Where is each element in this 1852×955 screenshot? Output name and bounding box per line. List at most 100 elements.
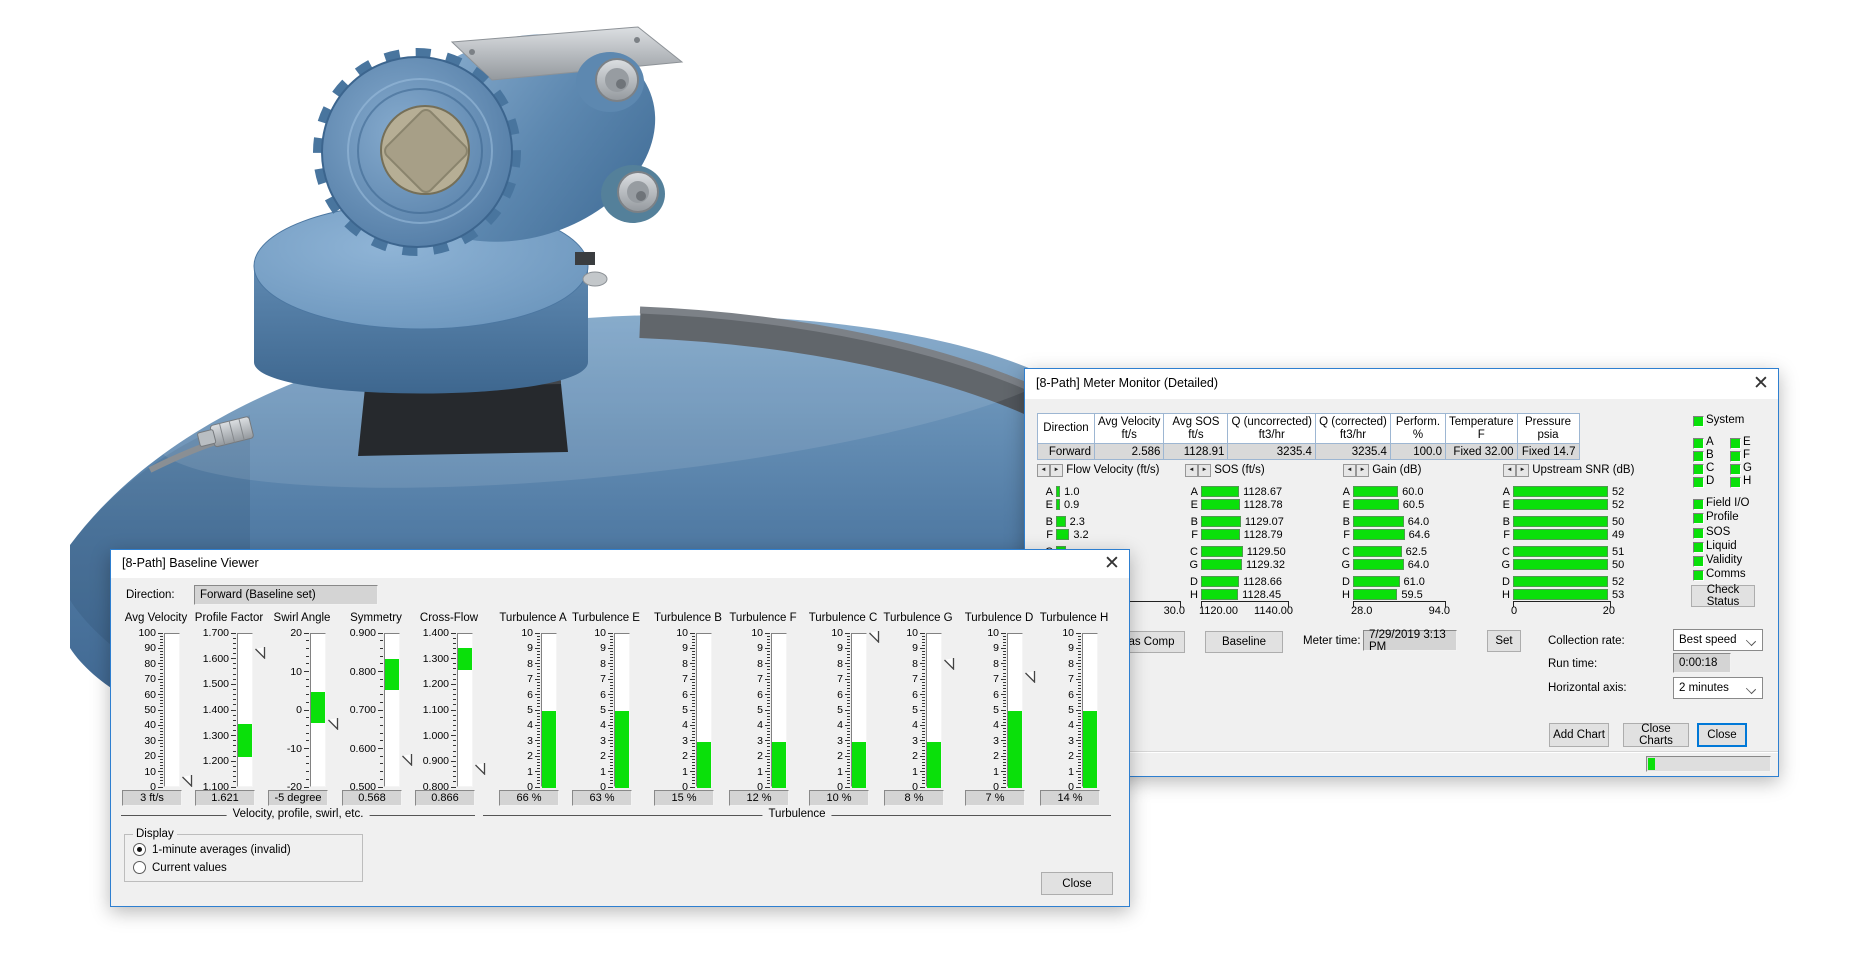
display-option[interactable]: Current values bbox=[133, 861, 227, 874]
gauge-major-tick bbox=[920, 663, 925, 664]
gauge-minor-tick bbox=[160, 676, 163, 677]
gauge-minor-tick bbox=[1003, 636, 1006, 637]
path-bar-value: 50 bbox=[1612, 559, 1624, 571]
status-label-path-h: H bbox=[1743, 475, 1751, 487]
gauge-minor-tick bbox=[160, 700, 163, 701]
spin-left-button[interactable]: ◄ bbox=[1503, 464, 1516, 477]
gauge-minor-tick bbox=[610, 746, 613, 747]
gauge-minor-tick bbox=[1003, 777, 1006, 778]
gauge-minor-tick bbox=[380, 740, 383, 741]
gauge-track bbox=[926, 633, 942, 787]
gauge-minor-tick bbox=[610, 657, 613, 658]
collection-rate-select[interactable]: Best speed bbox=[1673, 629, 1763, 651]
gauge-minor-tick bbox=[160, 685, 163, 686]
gauge-tick-label: 8 bbox=[870, 658, 918, 670]
gauge-major-tick bbox=[158, 633, 163, 634]
path-bar bbox=[1201, 529, 1240, 540]
baseline-button[interactable]: Baseline bbox=[1205, 631, 1283, 653]
spin-right-button[interactable]: ► bbox=[1356, 464, 1369, 477]
gauge-minor-tick bbox=[160, 780, 163, 781]
gauge-major-tick bbox=[304, 710, 309, 711]
spin-left-button[interactable]: ◄ bbox=[1037, 464, 1050, 477]
gauge-minor-tick bbox=[453, 694, 456, 695]
gauge-minor-tick bbox=[160, 673, 163, 674]
close-charts-button[interactable]: Close Charts bbox=[1623, 723, 1689, 747]
viewer-close-button[interactable]: Close bbox=[1041, 872, 1113, 895]
gauge-tick-label: 10 bbox=[254, 666, 302, 678]
gauge-minor-tick bbox=[160, 691, 163, 692]
gauge-tick-label: 2 bbox=[640, 750, 688, 762]
meter-monitor-titlebar[interactable]: [8-Path] Meter Monitor (Detailed) ✕ bbox=[1025, 369, 1778, 399]
path-bar-value: 53 bbox=[1612, 589, 1624, 601]
gauge-major-tick bbox=[1076, 679, 1081, 680]
gauge-minor-tick bbox=[453, 689, 456, 690]
spin-right-button[interactable]: ► bbox=[1050, 464, 1063, 477]
gauge-minor-tick bbox=[160, 759, 163, 760]
horizontal-axis-select[interactable]: 2 minutes bbox=[1673, 677, 1763, 699]
path-bar bbox=[1513, 516, 1608, 527]
gauge-minor-tick bbox=[537, 700, 540, 701]
gauge-minor-tick bbox=[1003, 722, 1006, 723]
gauge-minor-tick bbox=[380, 656, 383, 657]
gauge-minor-tick bbox=[160, 719, 163, 720]
gauge-minor-tick bbox=[847, 777, 850, 778]
gauge-minor-tick bbox=[233, 638, 236, 639]
radio-icon[interactable] bbox=[133, 843, 146, 856]
axis-max-label: 30.0 bbox=[1164, 605, 1185, 617]
gauge-minor-tick bbox=[160, 654, 163, 655]
gauge-major-tick bbox=[304, 787, 309, 788]
gauge-minor-tick bbox=[537, 660, 540, 661]
gauge-major-tick bbox=[158, 740, 163, 741]
gauge-minor-tick bbox=[160, 688, 163, 689]
spin-right-button[interactable]: ► bbox=[1516, 464, 1529, 477]
gauge-minor-tick bbox=[847, 673, 850, 674]
gauge-major-tick bbox=[1001, 740, 1006, 741]
gauge-major-tick bbox=[920, 725, 925, 726]
gauge-minor-tick bbox=[233, 679, 236, 680]
gauge-tick-label: 10 bbox=[558, 627, 606, 639]
spin-left-button[interactable]: ◄ bbox=[1343, 464, 1356, 477]
gauge-minor-tick bbox=[767, 642, 770, 643]
gauge-minor-tick bbox=[1003, 657, 1006, 658]
gauge-minor-tick bbox=[767, 673, 770, 674]
path-bar-value: 61.0 bbox=[1404, 576, 1425, 588]
gauge-minor-tick bbox=[537, 682, 540, 683]
path-bar bbox=[1056, 499, 1060, 510]
check-status-button[interactable]: Check Status bbox=[1691, 585, 1755, 607]
gauge-tick-label: 1 bbox=[951, 766, 999, 778]
gauge-major-tick bbox=[535, 771, 540, 772]
gauge-tick-label: 3 bbox=[640, 735, 688, 747]
gauge-tick-label: 8 bbox=[640, 658, 688, 670]
gauge-minor-tick bbox=[692, 716, 695, 717]
gauge-tick-label: 20 bbox=[254, 627, 302, 639]
gauge-minor-tick bbox=[847, 759, 850, 760]
set-button[interactable]: Set bbox=[1487, 630, 1521, 652]
monitor-close-button[interactable]: Close bbox=[1697, 723, 1747, 747]
gauge-major-tick bbox=[1076, 740, 1081, 741]
gauge-minor-tick bbox=[380, 648, 383, 649]
gauge-minor-tick bbox=[767, 703, 770, 704]
gauge-minor-tick bbox=[610, 783, 613, 784]
add-chart-button[interactable]: Add Chart bbox=[1549, 723, 1609, 747]
gauge-minor-tick bbox=[692, 669, 695, 670]
gauge-minor-tick bbox=[380, 771, 383, 772]
gauge-track bbox=[851, 633, 867, 787]
chart-bar-row: G64.0 bbox=[1343, 559, 1501, 572]
gauge-minor-tick bbox=[537, 654, 540, 655]
spin-left-button[interactable]: ◄ bbox=[1185, 464, 1198, 477]
gauge-major-tick bbox=[451, 710, 456, 711]
gauge-tick-label: 9 bbox=[485, 642, 533, 654]
gauge-minor-tick bbox=[1078, 688, 1081, 689]
gauge-tick-label: 2 bbox=[558, 750, 606, 762]
spin-right-button[interactable]: ► bbox=[1198, 464, 1211, 477]
gauge-tick-label: 1.200 bbox=[181, 755, 229, 767]
display-option[interactable]: 1-minute averages (invalid) bbox=[133, 843, 291, 856]
radio-icon[interactable] bbox=[133, 861, 146, 874]
path-bar bbox=[1056, 486, 1060, 497]
path-bar-value: 1128.45 bbox=[1242, 589, 1281, 601]
gauge-tick-label: 3 bbox=[870, 735, 918, 747]
gauge-minor-tick bbox=[453, 699, 456, 700]
gauge-tick-label: 1 bbox=[558, 766, 606, 778]
meter-time-field[interactable]: 7/29/2019 3:13 PM bbox=[1363, 630, 1457, 651]
gauge-minor-tick bbox=[453, 674, 456, 675]
